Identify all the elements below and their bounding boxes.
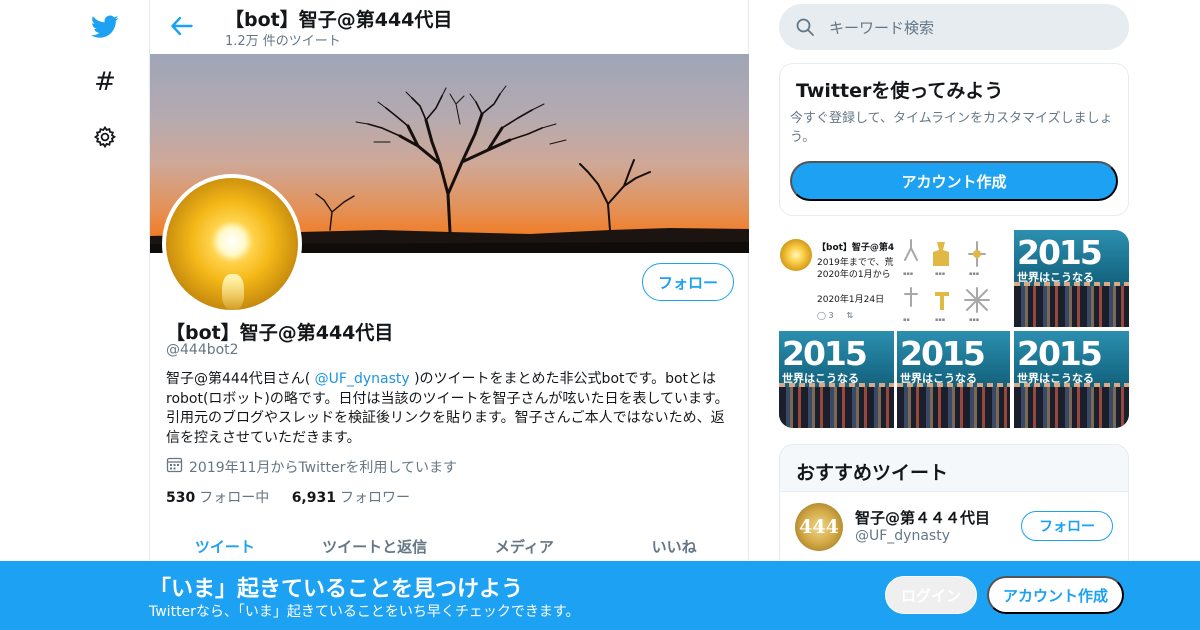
- avatar-sun-reflection: [222, 274, 244, 310]
- cover-crowd: [779, 387, 894, 428]
- tab-likes[interactable]: いいね: [599, 530, 749, 562]
- bio-mention-link[interactable]: @UF_dynasty: [315, 371, 410, 387]
- profile-name: 【bot】智子@第444代目: [166, 322, 394, 344]
- media-tile-magazine-cover[interactable]: 2015 世界はこうなる: [1014, 331, 1129, 428]
- media-tile-tweet-screenshot[interactable]: 【bot】智子@第4 2019年までで、荒 2020年の1月から 2020年1月…: [779, 230, 894, 327]
- tweet-reply-count: ◯ 3 ⇅: [817, 311, 853, 320]
- bio-text-start: 智子@第444代目さん(: [166, 371, 315, 387]
- reply-icon: ◯: [817, 311, 826, 320]
- search-icon: [795, 17, 815, 37]
- profile-handle: @444bot2: [166, 342, 239, 358]
- left-nav: #: [80, 0, 130, 630]
- login-button[interactable]: ログイン: [885, 576, 977, 614]
- bottom-bar-title: 「いま」起きていることを見つけよう: [149, 577, 524, 602]
- header-profile-name: 【bot】智子@第444代目: [225, 9, 453, 31]
- retweet-icon: ⇅: [846, 311, 854, 320]
- search-input[interactable]: キーワード検索: [829, 17, 934, 38]
- svg-text:▪▪▪: ▪▪▪: [935, 317, 945, 323]
- profile-column: 【bot】智子@第444代目 1.2万 件のツイート フォロー 【bot】智子@…: [149, 0, 749, 630]
- signup-bottom-bar: 「いま」起きていることを見つけよう Twitterなら、「いま」起きていることを…: [0, 561, 1200, 630]
- cover-crowd: [897, 387, 1010, 428]
- profile-tabs: ツイート ツイートと返信 メディア いいね: [150, 530, 749, 562]
- signup-card-title: Twitterを使ってみよう: [796, 80, 1004, 102]
- following-link[interactable]: 530 フォロー中: [166, 490, 287, 506]
- svg-text:▪▪: ▪▪: [903, 317, 910, 323]
- reply-count: 3: [828, 311, 834, 320]
- followers-label: フォロワー: [339, 490, 410, 506]
- following-count: 530: [166, 490, 196, 506]
- recommended-follow-button[interactable]: フォロー: [1021, 511, 1113, 541]
- follow-button[interactable]: フォロー: [642, 263, 734, 301]
- media-tile-magazine-cover[interactable]: 2015 世界はこうなる: [1014, 230, 1129, 327]
- svg-text:▪▪▪: ▪▪▪: [969, 317, 979, 323]
- svg-text:▪▪▪: ▪▪▪: [903, 271, 913, 277]
- signup-card-description: 今すぐ登録して、タイムラインをカスタマイズしましょう。: [790, 111, 1113, 145]
- following-label: フォロー中: [199, 490, 270, 506]
- media-grid: 【bot】智子@第4 2019年までで、荒 2020年の1月から 2020年1月…: [779, 230, 1129, 428]
- media-tile-magazine-cover[interactable]: 2015 世界はこうなる: [897, 331, 1010, 428]
- recommended-title: おすすめツイート: [796, 462, 949, 484]
- tweet-date: 2020年1月24日: [817, 295, 885, 305]
- twitter-bird-icon[interactable]: [90, 12, 120, 42]
- recommended-handle: @UF_dynasty: [855, 528, 950, 544]
- followers-link[interactable]: 6,931 フォロワー: [292, 490, 428, 506]
- recommended-name: 智子@第４４４代目: [855, 509, 991, 527]
- follow-stats: 530 フォロー中 6,931 フォロワー: [166, 487, 428, 507]
- joined-text: 2019年11月からTwitterを利用しています: [189, 459, 457, 476]
- tab-media[interactable]: メディア: [450, 530, 600, 562]
- tab-tweets-and-replies[interactable]: ツイートと返信: [300, 530, 450, 562]
- svg-text:▪▪▪: ▪▪▪: [935, 271, 945, 277]
- cover-crowd: [1014, 286, 1129, 327]
- gear-icon[interactable]: [90, 122, 120, 152]
- media-tile-magazine-cover[interactable]: 2015 世界はこうなる: [779, 331, 894, 428]
- signup-button[interactable]: アカウント作成: [987, 576, 1124, 614]
- tweet-avatar: [780, 239, 812, 271]
- signup-card: Twitterを使ってみよう 今すぐ登録して、タイムラインをカスタマイズしましょ…: [779, 63, 1129, 216]
- joined-date: 2019年11月からTwitterを利用しています: [166, 456, 457, 477]
- calendar-icon: [166, 456, 183, 477]
- tab-tweets[interactable]: ツイート: [150, 530, 300, 562]
- cover-crowd: [1014, 387, 1129, 428]
- media-tile-symbols[interactable]: ▪▪▪ ▪▪▪ ▪▪▪ ▪▪ ▪▪▪ ▪▪▪: [897, 230, 1010, 327]
- search-box[interactable]: キーワード検索: [779, 4, 1129, 50]
- page: # 【bot】智子@第444代目 1.2万 件のツイート フォロー 【bot】智…: [0, 0, 1200, 630]
- bottom-bar-subtitle: Twitterなら、「いま」起きていることをいち早くチェックできます。: [149, 604, 580, 620]
- recommended-account-row[interactable]: 444 智子@第４４４代目 @UF_dynasty フォロー: [780, 491, 1128, 561]
- header-tweet-count: 1.2万 件のツイート: [225, 34, 341, 49]
- profile-avatar[interactable]: [162, 174, 302, 314]
- recommended-avatar[interactable]: 444: [795, 503, 843, 551]
- profile-bio: 智子@第444代目さん( @UF_dynasty )のツイートをまとめた非公式b…: [166, 370, 732, 448]
- cover-year: 2015: [1017, 334, 1103, 373]
- create-account-button[interactable]: アカウント作成: [790, 161, 1118, 201]
- cover-year: 2015: [782, 334, 868, 373]
- profile-header: 【bot】智子@第444代目 1.2万 件のツイート: [150, 0, 750, 54]
- tweet-author-name: 【bot】智子@第4: [817, 243, 894, 253]
- followers-count: 6,931: [291, 490, 336, 506]
- svg-text:▪▪▪: ▪▪▪: [969, 271, 979, 277]
- cover-year: 2015: [900, 334, 986, 373]
- back-arrow-icon[interactable]: [168, 12, 196, 40]
- cover-year: 2015: [1017, 233, 1103, 272]
- tweet-text-line: 2020年の1月から: [817, 270, 891, 280]
- hashtag-icon[interactable]: #: [90, 67, 120, 97]
